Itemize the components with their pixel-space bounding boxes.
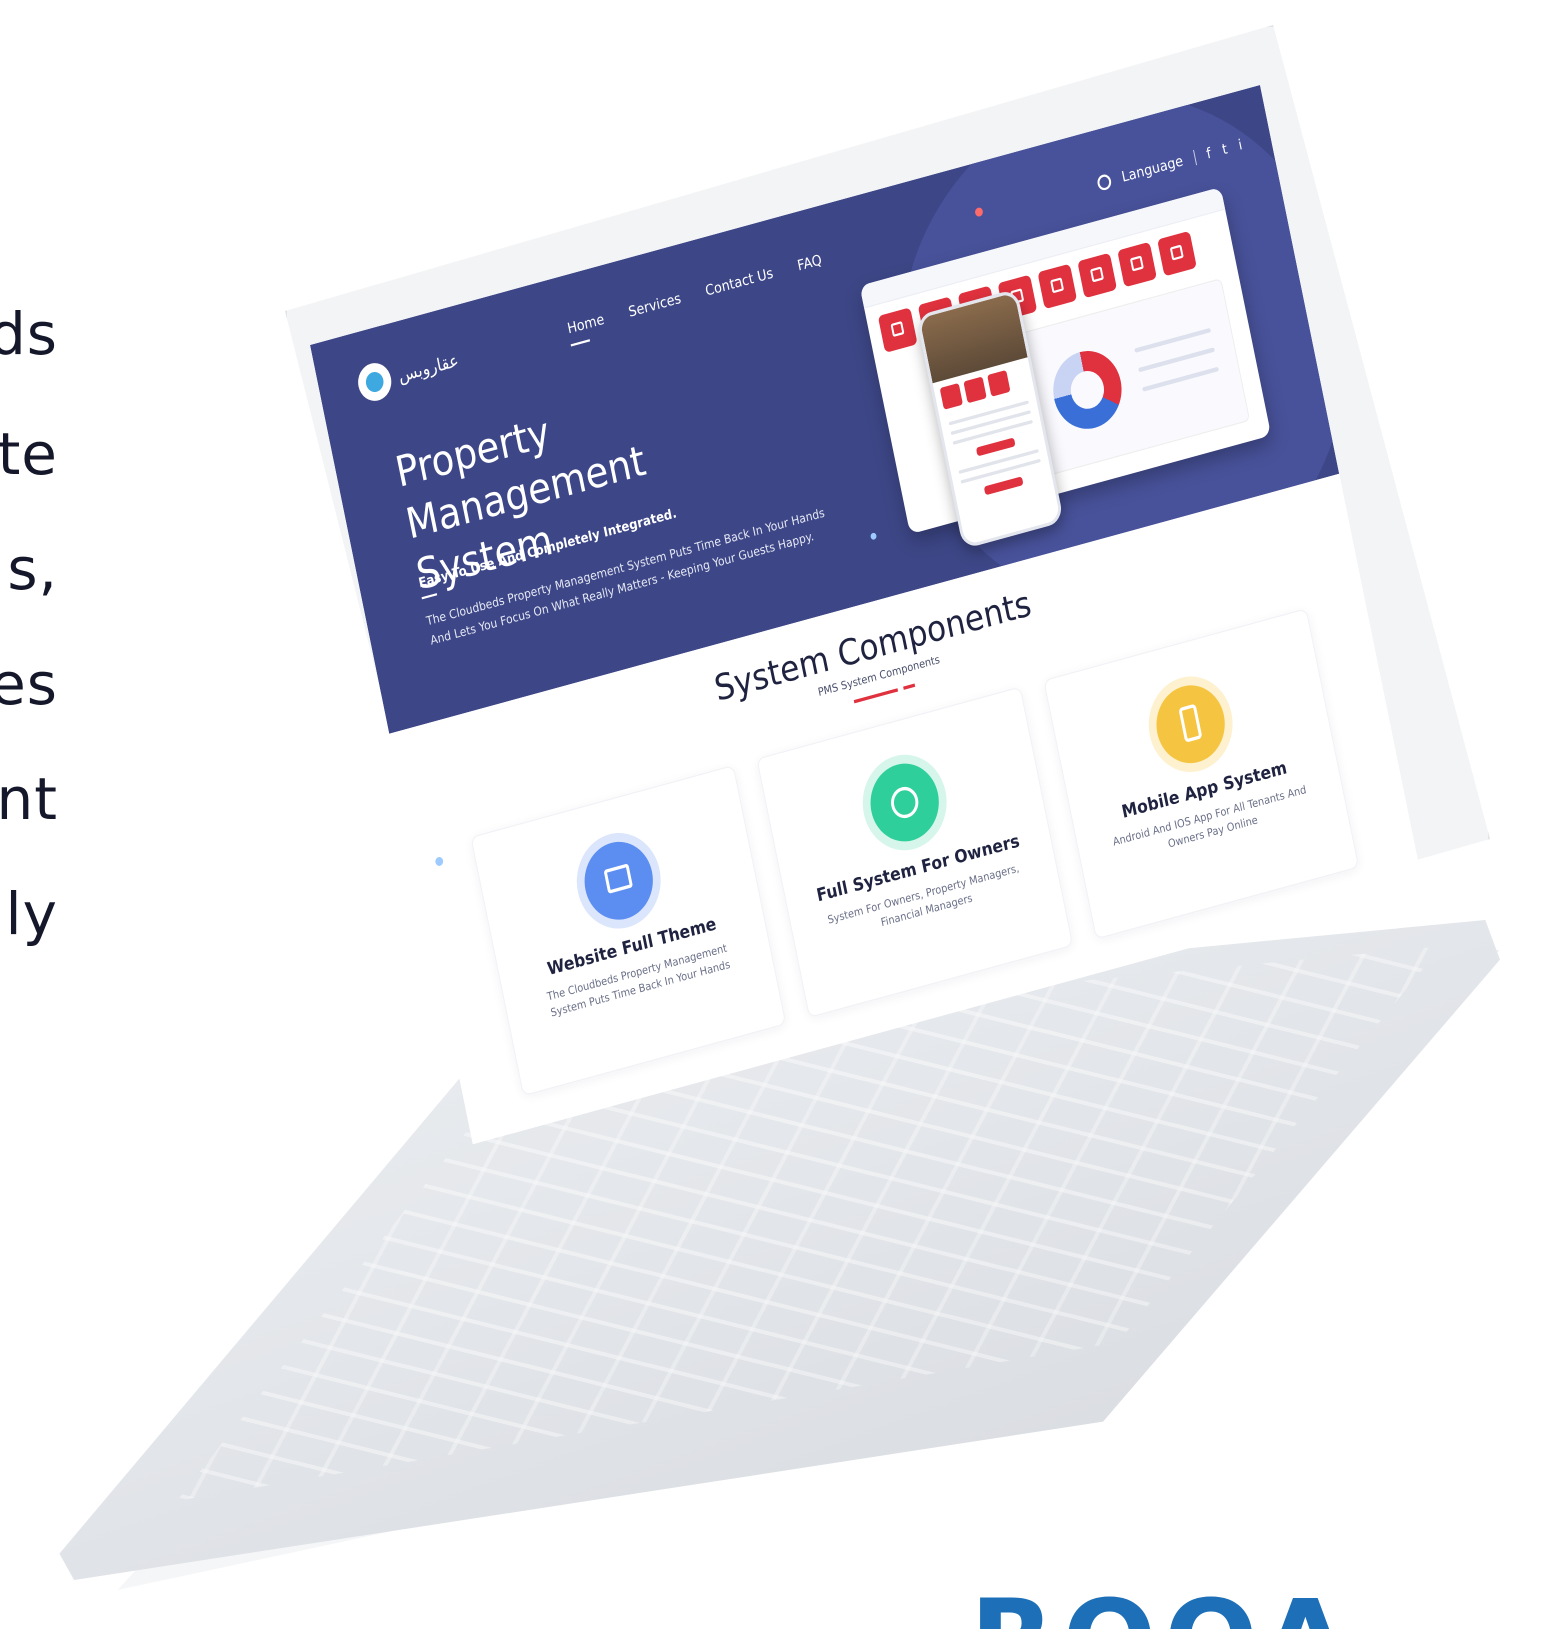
left-text-line: ds: [0, 300, 58, 368]
left-text-line: es: [0, 650, 58, 718]
legend-line: [1142, 366, 1219, 392]
laptop-screen: عقاروبس Home Services Contact Us FAQ Lan…: [300, 60, 1460, 1145]
left-text-line: ly: [5, 880, 58, 948]
section-underline: [853, 688, 899, 704]
laptop-icon: [577, 833, 660, 928]
dashboard-tile: [1117, 241, 1157, 288]
card-full-system-for-owners[interactable]: Full System For Owners System For Owners…: [756, 686, 1073, 1018]
phone-tile: [939, 382, 964, 410]
divider: [1192, 149, 1197, 166]
mobile-icon: [1149, 677, 1232, 772]
dashboard-tile: [1077, 252, 1118, 299]
language-selector[interactable]: Language: [1120, 153, 1184, 186]
phone-tile: [987, 369, 1011, 397]
decor-dot: [870, 532, 878, 541]
site-logo[interactable]: عقاروبس: [354, 321, 533, 405]
component-cards: Website Full Theme The Cloudbeds Propert…: [470, 608, 1360, 1097]
phone-tile: [963, 376, 987, 404]
dashboard-tile: [1037, 263, 1078, 310]
nav-links: Home Services Contact Us FAQ: [566, 252, 823, 338]
nav-home[interactable]: Home: [566, 311, 606, 337]
network-icon: [863, 755, 946, 850]
donut-chart: [1046, 343, 1129, 437]
nav-faq[interactable]: FAQ: [796, 252, 823, 275]
left-text-line: s,: [7, 535, 58, 603]
brand-logo: ROOAY: [970, 1585, 1330, 1629]
twitter-icon[interactable]: t: [1221, 141, 1229, 159]
section-underline-dot: [903, 683, 916, 690]
logo-icon: [354, 359, 395, 405]
decor-dot: [434, 856, 444, 867]
brand-logo-text: ROOAY: [970, 1585, 1330, 1629]
dashboard-tile: [1157, 230, 1197, 277]
nav-services[interactable]: Services: [627, 290, 682, 320]
card-website-full-theme[interactable]: Website Full Theme The Cloudbeds Propert…: [470, 764, 787, 1097]
phone-button: [975, 437, 1016, 457]
left-marketing-text: ds te s, es nt ly: [0, 0, 70, 1629]
nav-contact-us[interactable]: Contact Us: [704, 265, 775, 300]
legend-line: [1138, 347, 1216, 373]
website-preview: عقاروبس Home Services Contact Us FAQ Lan…: [310, 85, 1423, 1145]
left-text-line: nt: [0, 765, 58, 833]
card-mobile-app-system[interactable]: Mobile App System Android And IOS App Fo…: [1042, 608, 1360, 940]
facebook-icon[interactable]: f: [1205, 145, 1213, 162]
left-text-line: te: [0, 420, 58, 488]
legend-line: [1134, 327, 1212, 353]
phone-button: [983, 476, 1024, 496]
globe-icon: [1095, 173, 1113, 192]
logo-text: عقاروبس: [396, 348, 461, 386]
dashboard-tile: [877, 307, 918, 353]
